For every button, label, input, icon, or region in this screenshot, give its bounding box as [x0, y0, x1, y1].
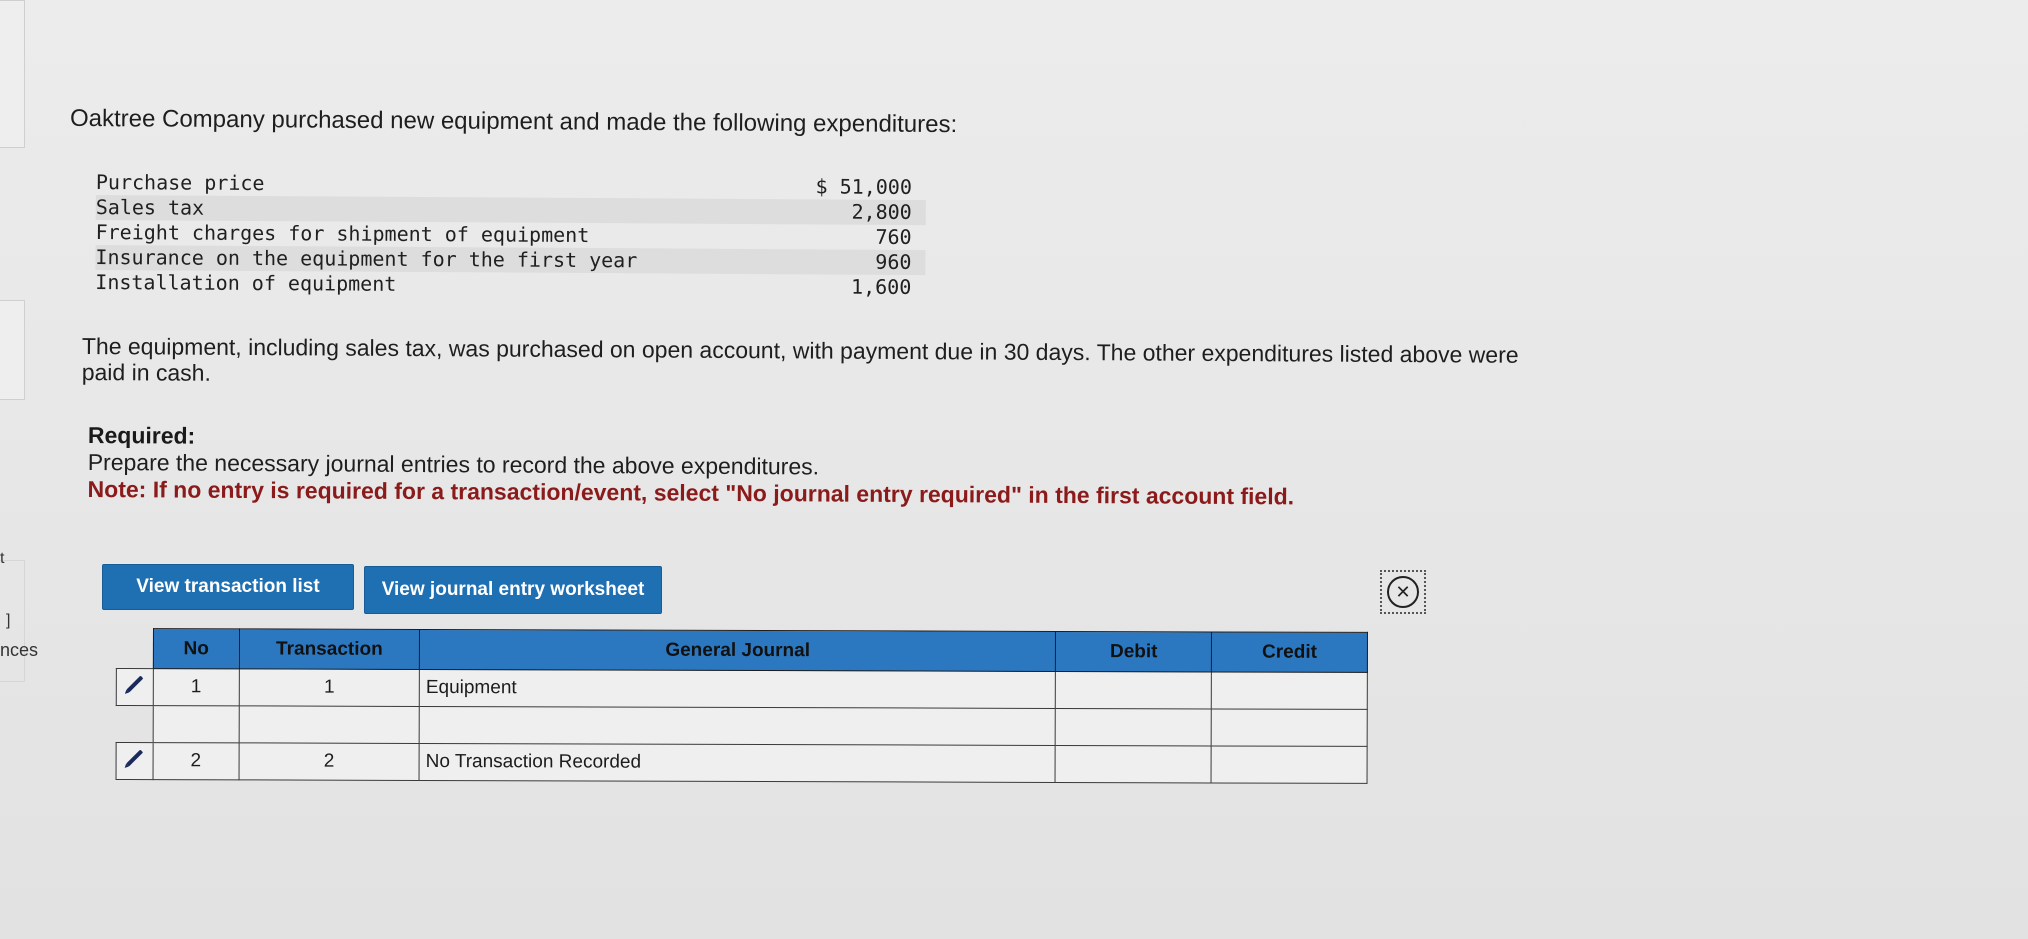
edit-cell-empty	[116, 705, 153, 743]
journal-header-row: No Transaction General Journal Debit Cre…	[116, 628, 1368, 673]
row-transaction: 2	[238, 742, 420, 781]
row-account: No Transaction Recorded	[419, 743, 1056, 783]
row-debit	[1055, 708, 1212, 746]
sidebar-mark-t: t	[0, 550, 5, 567]
row-transaction	[239, 705, 420, 744]
required-section: Required: Prepare the necessary journal …	[88, 422, 1408, 511]
close-icon: ✕	[1387, 576, 1419, 608]
expenditure-label: Freight charges for shipment of equipmen…	[95, 219, 590, 248]
row-account	[419, 706, 1056, 746]
expenditure-amount: 760	[875, 224, 912, 249]
table-row	[116, 705, 1368, 747]
left-sidebar-fragment: t ] nces	[0, 0, 38, 939]
sidebar-panel-bottom	[0, 560, 25, 682]
pencil-icon	[125, 749, 143, 767]
row-no: 2	[152, 742, 240, 780]
view-transaction-list-button[interactable]: View transaction list	[102, 564, 354, 610]
row-no	[152, 705, 240, 743]
header-general-journal: General Journal	[419, 629, 1056, 672]
sidebar-mark-bracket: ]	[6, 612, 11, 629]
expenditure-list: Purchase price $ 51,000 Sales tax 2,800 …	[95, 170, 926, 300]
view-journal-entry-worksheet-button[interactable]: View journal entry worksheet	[364, 566, 662, 614]
expenditure-amount: 2,800	[851, 199, 912, 224]
close-button[interactable]: ✕	[1380, 570, 1426, 614]
header-no: No	[152, 628, 240, 669]
row-debit	[1055, 745, 1212, 783]
expenditure-label: Purchase price	[95, 170, 265, 196]
row-no: 1	[152, 668, 240, 706]
expenditure-amount: 1,600	[851, 274, 912, 299]
expenditure-label: Insurance on the equipment for the first…	[95, 244, 638, 273]
header-transaction: Transaction	[239, 628, 420, 670]
row-transaction: 1	[239, 668, 420, 707]
expenditure-amount: 960	[875, 249, 912, 274]
journal-table: No Transaction General Journal Debit Cre…	[116, 628, 1368, 784]
header-credit: Credit	[1211, 631, 1368, 673]
pencil-icon	[126, 675, 144, 693]
expenditure-row: Installation of equipment 1,600	[95, 270, 925, 300]
header-debit: Debit	[1055, 631, 1212, 672]
table-row: 1 1 Equipment	[116, 668, 1368, 710]
sidebar-panel-middle	[0, 300, 25, 400]
expenditure-label: Installation of equipment	[95, 269, 397, 296]
edit-entry-button[interactable]	[116, 742, 153, 780]
header-edit-blank	[116, 629, 153, 669]
row-credit	[1211, 745, 1368, 784]
expenditure-label: Sales tax	[95, 194, 205, 220]
row-credit	[1211, 671, 1368, 710]
expenditure-row: Purchase price $ 51,000	[96, 170, 926, 200]
sidebar-item-references[interactable]: nces	[0, 640, 38, 661]
row-credit	[1211, 708, 1368, 747]
problem-intro: Oaktree Company purchased new equipment …	[69, 104, 958, 139]
table-row: 2 2 No Transaction Recorded	[116, 742, 1368, 784]
problem-paragraph: The equipment, including sales tax, was …	[81, 333, 1519, 386]
journal-table-container: No Transaction General Journal Debit Cre…	[116, 628, 1368, 784]
edit-entry-button[interactable]	[116, 668, 153, 706]
expenditure-amount: $ 51,000	[815, 174, 912, 199]
row-debit	[1055, 671, 1212, 709]
row-account: Equipment	[419, 669, 1056, 709]
sidebar-panel-top	[0, 0, 25, 148]
